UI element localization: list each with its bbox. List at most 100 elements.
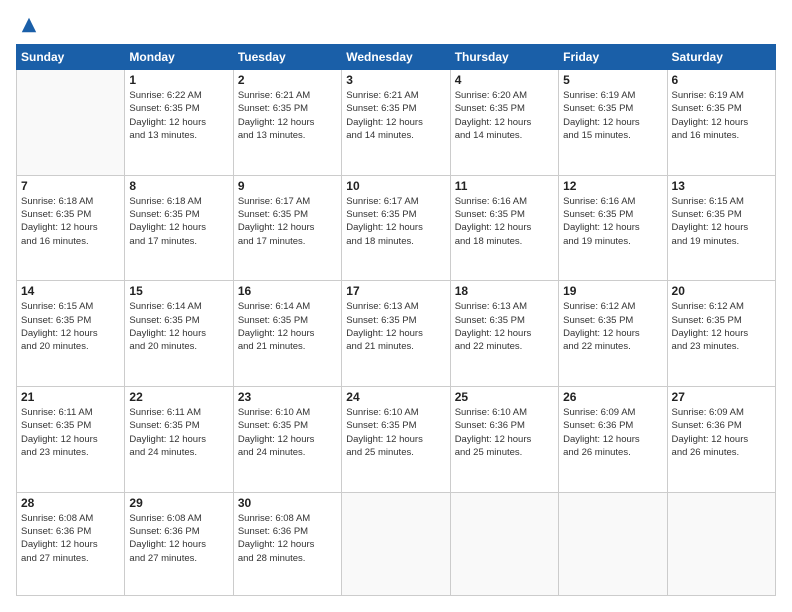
- day-number: 7: [21, 179, 120, 193]
- calendar-header-row: SundayMondayTuesdayWednesdayThursdayFrid…: [17, 45, 776, 70]
- calendar-cell: 5 Sunrise: 6:19 AM Sunset: 6:35 PM Daylig…: [559, 70, 667, 176]
- day-info-text: Sunrise: 6:16 AM Sunset: 6:35 PM Dayligh…: [455, 195, 554, 248]
- calendar-cell: 20 Sunrise: 6:12 AM Sunset: 6:35 PM Dayli…: [667, 281, 775, 387]
- calendar-cell: [450, 492, 558, 595]
- day-header-tuesday: Tuesday: [233, 45, 341, 70]
- day-number: 18: [455, 284, 554, 298]
- calendar-cell: 2 Sunrise: 6:21 AM Sunset: 6:35 PM Daylig…: [233, 70, 341, 176]
- day-info-text: Sunrise: 6:12 AM Sunset: 6:35 PM Dayligh…: [563, 300, 662, 353]
- day-info-text: Sunrise: 6:09 AM Sunset: 6:36 PM Dayligh…: [672, 406, 771, 459]
- calendar-cell: 11 Sunrise: 6:16 AM Sunset: 6:35 PM Dayli…: [450, 175, 558, 281]
- day-number: 1: [129, 73, 228, 87]
- day-info-text: Sunrise: 6:22 AM Sunset: 6:35 PM Dayligh…: [129, 89, 228, 142]
- day-info-text: Sunrise: 6:13 AM Sunset: 6:35 PM Dayligh…: [455, 300, 554, 353]
- day-header-thursday: Thursday: [450, 45, 558, 70]
- day-info-text: Sunrise: 6:15 AM Sunset: 6:35 PM Dayligh…: [672, 195, 771, 248]
- day-info-text: Sunrise: 6:14 AM Sunset: 6:35 PM Dayligh…: [238, 300, 337, 353]
- day-info-text: Sunrise: 6:17 AM Sunset: 6:35 PM Dayligh…: [346, 195, 445, 248]
- logo-icon: [20, 16, 38, 34]
- day-info-text: Sunrise: 6:17 AM Sunset: 6:35 PM Dayligh…: [238, 195, 337, 248]
- day-info-text: Sunrise: 6:21 AM Sunset: 6:35 PM Dayligh…: [238, 89, 337, 142]
- day-number: 26: [563, 390, 662, 404]
- calendar-cell: 26Sunrise: 6:09 AM Sunset: 6:36 PM Dayli…: [559, 387, 667, 493]
- calendar-week-row: 1 Sunrise: 6:22 AM Sunset: 6:35 PM Daylig…: [17, 70, 776, 176]
- calendar-cell: 1 Sunrise: 6:22 AM Sunset: 6:35 PM Daylig…: [125, 70, 233, 176]
- day-header-monday: Monday: [125, 45, 233, 70]
- day-info-text: Sunrise: 6:18 AM Sunset: 6:35 PM Dayligh…: [129, 195, 228, 248]
- calendar-cell: 10Sunrise: 6:17 AM Sunset: 6:35 PM Dayli…: [342, 175, 450, 281]
- day-info-text: Sunrise: 6:08 AM Sunset: 6:36 PM Dayligh…: [21, 512, 120, 565]
- day-info-text: Sunrise: 6:19 AM Sunset: 6:35 PM Dayligh…: [563, 89, 662, 142]
- calendar-cell: 6 Sunrise: 6:19 AM Sunset: 6:35 PM Daylig…: [667, 70, 775, 176]
- day-number: 13: [672, 179, 771, 193]
- header: [16, 16, 776, 34]
- calendar-cell: 18 Sunrise: 6:13 AM Sunset: 6:35 PM Dayli…: [450, 281, 558, 387]
- day-number: 3: [346, 73, 445, 87]
- day-info-text: Sunrise: 6:10 AM Sunset: 6:36 PM Dayligh…: [455, 406, 554, 459]
- day-number: 15: [129, 284, 228, 298]
- calendar-cell: 30 Sunrise: 6:08 AM Sunset: 6:36 PM Dayli…: [233, 492, 341, 595]
- day-info-text: Sunrise: 6:11 AM Sunset: 6:35 PM Dayligh…: [129, 406, 228, 459]
- day-info-text: Sunrise: 6:21 AM Sunset: 6:35 PM Dayligh…: [346, 89, 445, 142]
- calendar-week-row: 28 Sunrise: 6:08 AM Sunset: 6:36 PM Dayli…: [17, 492, 776, 595]
- day-info-text: Sunrise: 6:08 AM Sunset: 6:36 PM Dayligh…: [129, 512, 228, 565]
- day-number: 24: [346, 390, 445, 404]
- day-number: 21: [21, 390, 120, 404]
- day-info-text: Sunrise: 6:12 AM Sunset: 6:35 PM Dayligh…: [672, 300, 771, 353]
- day-number: 25: [455, 390, 554, 404]
- calendar-cell: 9 Sunrise: 6:17 AM Sunset: 6:35 PM Daylig…: [233, 175, 341, 281]
- day-number: 5: [563, 73, 662, 87]
- calendar-cell: 12Sunrise: 6:16 AM Sunset: 6:35 PM Dayli…: [559, 175, 667, 281]
- calendar-table: SundayMondayTuesdayWednesdayThursdayFrid…: [16, 44, 776, 596]
- calendar-cell: 21 Sunrise: 6:11 AM Sunset: 6:35 PM Dayli…: [17, 387, 125, 493]
- day-info-text: Sunrise: 6:10 AM Sunset: 6:35 PM Dayligh…: [346, 406, 445, 459]
- calendar-cell: 15Sunrise: 6:14 AM Sunset: 6:35 PM Dayli…: [125, 281, 233, 387]
- day-number: 2: [238, 73, 337, 87]
- calendar-cell: 28 Sunrise: 6:08 AM Sunset: 6:36 PM Dayli…: [17, 492, 125, 595]
- calendar-cell: 25 Sunrise: 6:10 AM Sunset: 6:36 PM Dayli…: [450, 387, 558, 493]
- calendar-week-row: 7 Sunrise: 6:18 AM Sunset: 6:35 PM Daylig…: [17, 175, 776, 281]
- calendar-week-row: 14Sunrise: 6:15 AM Sunset: 6:35 PM Dayli…: [17, 281, 776, 387]
- day-info-text: Sunrise: 6:20 AM Sunset: 6:35 PM Dayligh…: [455, 89, 554, 142]
- day-number: 11: [455, 179, 554, 193]
- day-number: 22: [129, 390, 228, 404]
- calendar-cell: [667, 492, 775, 595]
- day-info-text: Sunrise: 6:16 AM Sunset: 6:35 PM Dayligh…: [563, 195, 662, 248]
- day-number: 6: [672, 73, 771, 87]
- day-number: 4: [455, 73, 554, 87]
- day-number: 28: [21, 496, 120, 510]
- calendar-cell: 16 Sunrise: 6:14 AM Sunset: 6:35 PM Dayli…: [233, 281, 341, 387]
- day-number: 30: [238, 496, 337, 510]
- calendar-cell: [17, 70, 125, 176]
- day-header-wednesday: Wednesday: [342, 45, 450, 70]
- day-number: 27: [672, 390, 771, 404]
- day-number: 19: [563, 284, 662, 298]
- logo: [16, 16, 38, 34]
- day-number: 16: [238, 284, 337, 298]
- day-number: 20: [672, 284, 771, 298]
- calendar-cell: 3 Sunrise: 6:21 AM Sunset: 6:35 PM Daylig…: [342, 70, 450, 176]
- day-number: 9: [238, 179, 337, 193]
- day-header-saturday: Saturday: [667, 45, 775, 70]
- calendar-cell: 19 Sunrise: 6:12 AM Sunset: 6:35 PM Dayli…: [559, 281, 667, 387]
- calendar-cell: 23Sunrise: 6:10 AM Sunset: 6:35 PM Dayli…: [233, 387, 341, 493]
- day-info-text: Sunrise: 6:13 AM Sunset: 6:35 PM Dayligh…: [346, 300, 445, 353]
- day-info-text: Sunrise: 6:08 AM Sunset: 6:36 PM Dayligh…: [238, 512, 337, 565]
- calendar-week-row: 21 Sunrise: 6:11 AM Sunset: 6:35 PM Dayli…: [17, 387, 776, 493]
- day-info-text: Sunrise: 6:11 AM Sunset: 6:35 PM Dayligh…: [21, 406, 120, 459]
- calendar-cell: 8 Sunrise: 6:18 AM Sunset: 6:35 PM Daylig…: [125, 175, 233, 281]
- calendar-cell: 24 Sunrise: 6:10 AM Sunset: 6:35 PM Dayli…: [342, 387, 450, 493]
- day-number: 29: [129, 496, 228, 510]
- calendar-cell: [342, 492, 450, 595]
- day-header-friday: Friday: [559, 45, 667, 70]
- calendar-cell: 22 Sunrise: 6:11 AM Sunset: 6:35 PM Dayli…: [125, 387, 233, 493]
- calendar-cell: 7 Sunrise: 6:18 AM Sunset: 6:35 PM Daylig…: [17, 175, 125, 281]
- calendar-cell: 13 Sunrise: 6:15 AM Sunset: 6:35 PM Dayli…: [667, 175, 775, 281]
- calendar-cell: 17Sunrise: 6:13 AM Sunset: 6:35 PM Dayli…: [342, 281, 450, 387]
- calendar-cell: [559, 492, 667, 595]
- day-number: 8: [129, 179, 228, 193]
- calendar-cell: 29 Sunrise: 6:08 AM Sunset: 6:36 PM Dayli…: [125, 492, 233, 595]
- calendar-cell: 4 Sunrise: 6:20 AM Sunset: 6:35 PM Daylig…: [450, 70, 558, 176]
- day-info-text: Sunrise: 6:18 AM Sunset: 6:35 PM Dayligh…: [21, 195, 120, 248]
- day-info-text: Sunrise: 6:19 AM Sunset: 6:35 PM Dayligh…: [672, 89, 771, 142]
